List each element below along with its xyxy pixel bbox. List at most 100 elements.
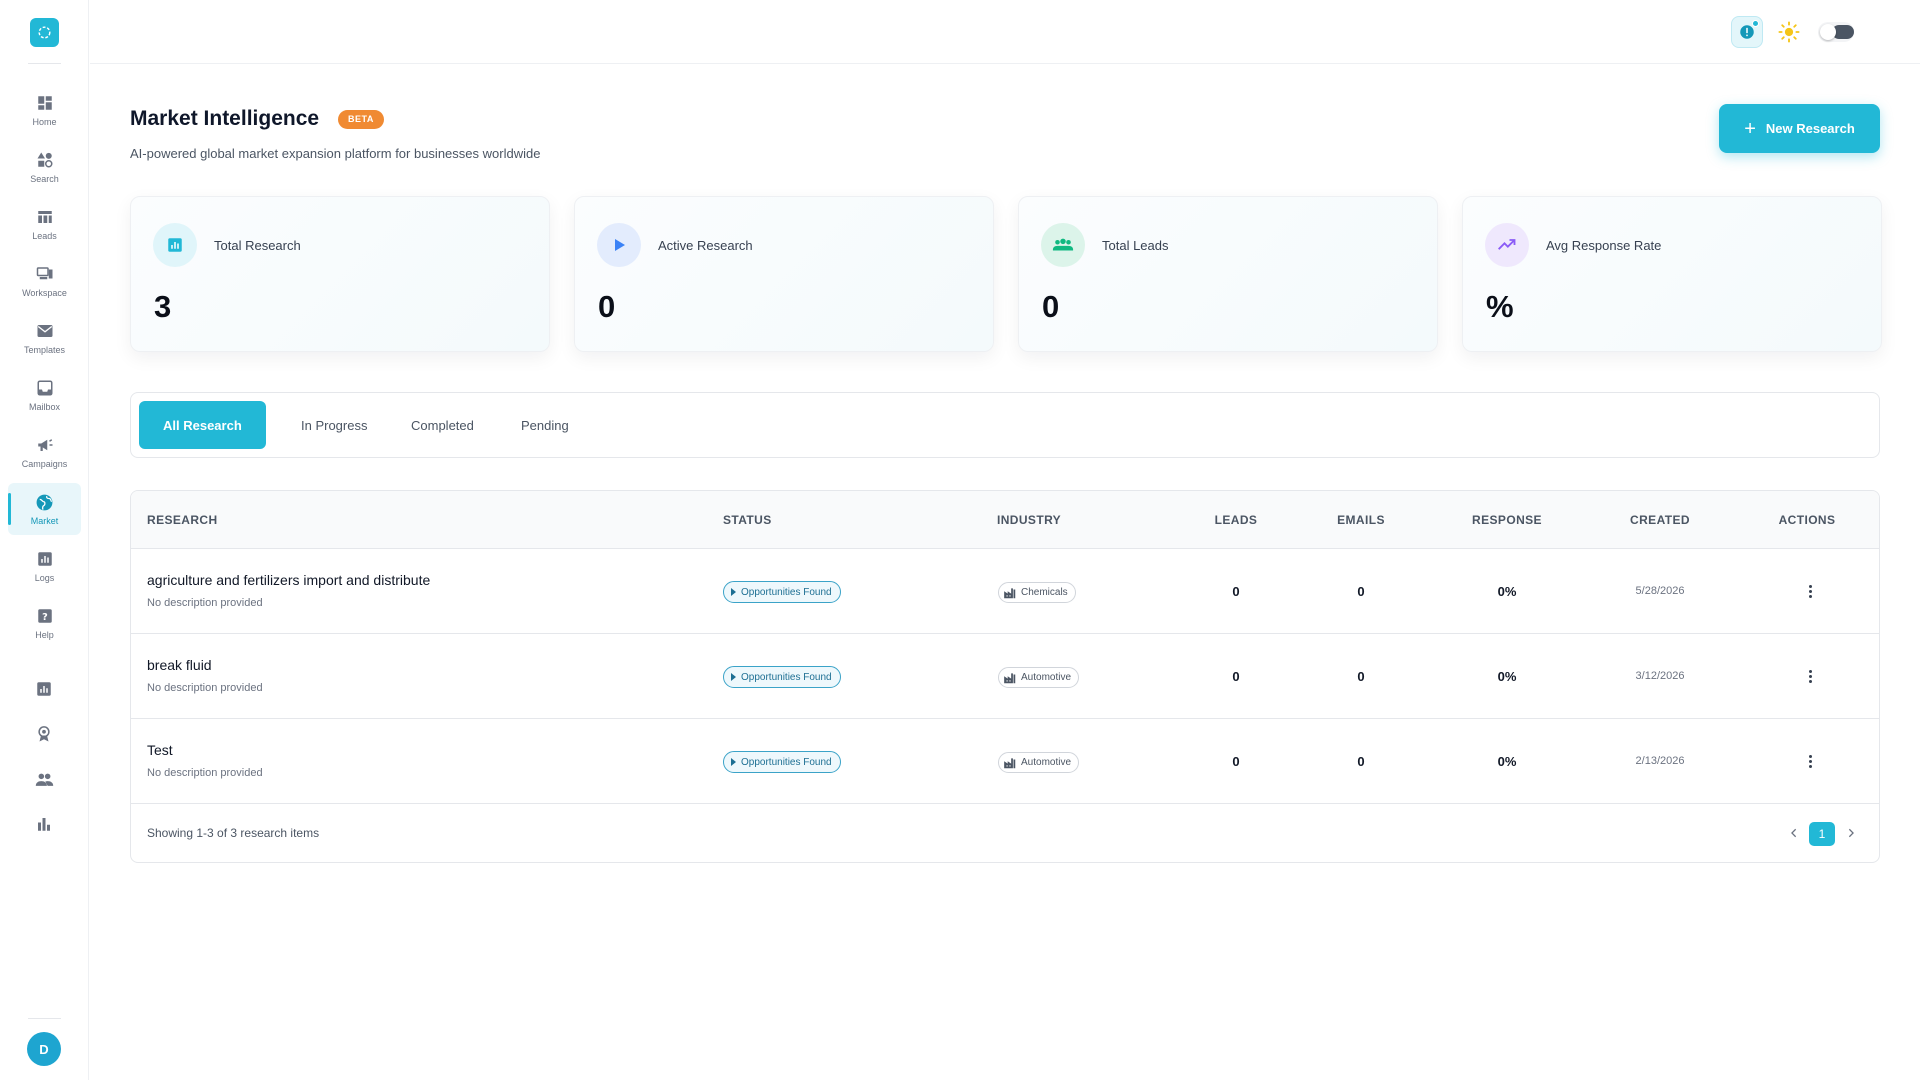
status-badge[interactable]: Opportunities Found	[723, 666, 841, 688]
tab-all-research[interactable]: All Research	[139, 401, 266, 449]
sidebar-item-workspace[interactable]: Workspace	[8, 255, 81, 307]
megaphone-icon	[35, 435, 55, 455]
chevron-left-icon	[1791, 828, 1797, 838]
emails-count: 0	[1357, 754, 1365, 769]
stat-value: 3	[154, 289, 172, 324]
table-row[interactable]: Test No description provided Opportuniti…	[131, 719, 1879, 804]
kebab-dot	[1808, 584, 1812, 588]
column-header-leads: LEADS	[1214, 513, 1258, 527]
previous-page-button[interactable]	[1784, 822, 1804, 844]
sidebar-chart-button[interactable]	[32, 812, 56, 836]
tab-completed[interactable]: Completed	[387, 401, 498, 449]
dashboard-grid-icon	[35, 93, 55, 113]
status-badge[interactable]: Opportunities Found	[723, 581, 841, 603]
play-icon	[731, 758, 736, 766]
kebab-dot	[1808, 674, 1812, 678]
sidebar-item-help[interactable]: ? Help	[8, 597, 81, 649]
divider	[28, 1018, 61, 1019]
sidebar-item-label: Templates	[23, 345, 66, 355]
row-actions-button[interactable]	[1800, 579, 1820, 603]
sidebar-item-home[interactable]: Home	[8, 84, 81, 136]
theme-toggle[interactable]	[1818, 22, 1854, 42]
sidebar-item-logs[interactable]: Logs	[8, 540, 81, 592]
created-date: 3/12/2026	[1635, 670, 1685, 682]
avatar[interactable]: D	[27, 1032, 61, 1066]
leads-count: 0	[1232, 584, 1240, 599]
sidebar: Home Search Leads Workspace Templates Ma…	[0, 0, 89, 1080]
svg-text:?: ?	[42, 612, 48, 623]
row-actions-button[interactable]	[1800, 749, 1820, 773]
table-footer: Showing 1-3 of 3 research items 1	[131, 802, 1879, 862]
research-description: No description provided	[147, 767, 263, 779]
table-icon	[35, 207, 55, 227]
play-icon	[731, 673, 736, 681]
sidebar-item-campaigns[interactable]: Campaigns	[8, 426, 81, 478]
stat-value: 0	[598, 289, 616, 324]
kebab-dot	[1808, 669, 1812, 673]
notification-dot	[1752, 20, 1759, 27]
trending-up-icon	[1485, 223, 1529, 267]
chart-box-icon	[35, 549, 55, 569]
notification-button[interactable]	[1731, 16, 1763, 48]
page-button-current[interactable]: 1	[1809, 822, 1835, 846]
sun-icon	[1778, 21, 1800, 43]
sidebar-people-button[interactable]	[32, 767, 56, 791]
industry-label: Automotive	[1021, 757, 1072, 768]
search-shapes-icon	[35, 150, 55, 170]
column-header-status: STATUS	[723, 513, 772, 527]
research-title[interactable]: agriculture and fertilizers import and d…	[147, 572, 430, 588]
industry-label: Automotive	[1021, 672, 1072, 683]
divider	[28, 63, 61, 64]
sidebar-item-label: Leads	[32, 231, 57, 241]
factory-icon	[1004, 672, 1016, 683]
created-date: 5/28/2026	[1635, 585, 1685, 597]
table-row[interactable]: break fluid No description provided Oppo…	[131, 634, 1879, 719]
stat-label: Total Leads	[1102, 238, 1169, 253]
sidebar-item-leads[interactable]: Leads	[8, 198, 81, 250]
next-page-button[interactable]	[1841, 822, 1861, 844]
research-tabs: All Research In Progress Completed Pendi…	[130, 392, 1880, 458]
stat-card-total-research: Total Research 3	[130, 196, 550, 352]
stat-card-avg-response-rate: Avg Response Rate %	[1462, 196, 1882, 352]
award-icon	[38, 726, 50, 742]
sidebar-item-label: Home	[32, 117, 57, 127]
leads-count: 0	[1232, 754, 1240, 769]
kebab-dot	[1808, 594, 1812, 598]
kebab-dot	[1808, 754, 1812, 758]
toggle-knob	[1820, 24, 1836, 40]
sidebar-item-templates[interactable]: Templates	[8, 312, 81, 364]
table-header: RESEARCH STATUS INDUSTRY LEADS EMAILS RE…	[131, 491, 1879, 549]
research-title[interactable]: Test	[147, 742, 173, 758]
industry-badge: Chemicals	[998, 582, 1076, 603]
factory-icon	[1004, 757, 1016, 768]
status-badge[interactable]: Opportunities Found	[723, 751, 841, 773]
sidebar-item-label: Search	[30, 174, 59, 184]
response-rate: 0%	[1497, 754, 1517, 769]
sidebar-item-mailbox[interactable]: Mailbox	[8, 369, 81, 421]
sidebar-analytics-button[interactable]	[32, 677, 56, 701]
light-theme-button[interactable]	[1773, 16, 1805, 48]
tab-pending[interactable]: Pending	[497, 401, 593, 449]
analytics-box-icon	[37, 682, 51, 696]
sidebar-item-market[interactable]: Market	[8, 483, 81, 535]
column-header-response: RESPONSE	[1472, 513, 1542, 527]
status-label: Opportunities Found	[741, 671, 832, 683]
sidebar-item-label: Workspace	[22, 288, 67, 298]
research-table: RESEARCH STATUS INDUSTRY LEADS EMAILS RE…	[130, 490, 1880, 863]
table-row[interactable]: agriculture and fertilizers import and d…	[131, 549, 1879, 634]
sidebar-item-search[interactable]: Search	[8, 141, 81, 193]
status-label: Opportunities Found	[741, 586, 832, 598]
new-research-button[interactable]: + New Research	[1719, 104, 1880, 153]
tab-in-progress[interactable]: In Progress	[277, 401, 391, 449]
research-title[interactable]: break fluid	[147, 657, 212, 673]
page-subtitle: AI-powered global market expansion platf…	[130, 146, 541, 161]
row-actions-button[interactable]	[1800, 664, 1820, 688]
bar-chart-icon	[38, 818, 50, 831]
sidebar-award-button[interactable]	[32, 722, 56, 746]
column-header-research: RESEARCH	[147, 513, 218, 527]
leads-count: 0	[1232, 669, 1240, 684]
stat-label: Active Research	[658, 238, 753, 253]
kebab-dot	[1808, 764, 1812, 768]
app-logo[interactable]	[30, 18, 59, 47]
people-icon	[35, 773, 53, 786]
